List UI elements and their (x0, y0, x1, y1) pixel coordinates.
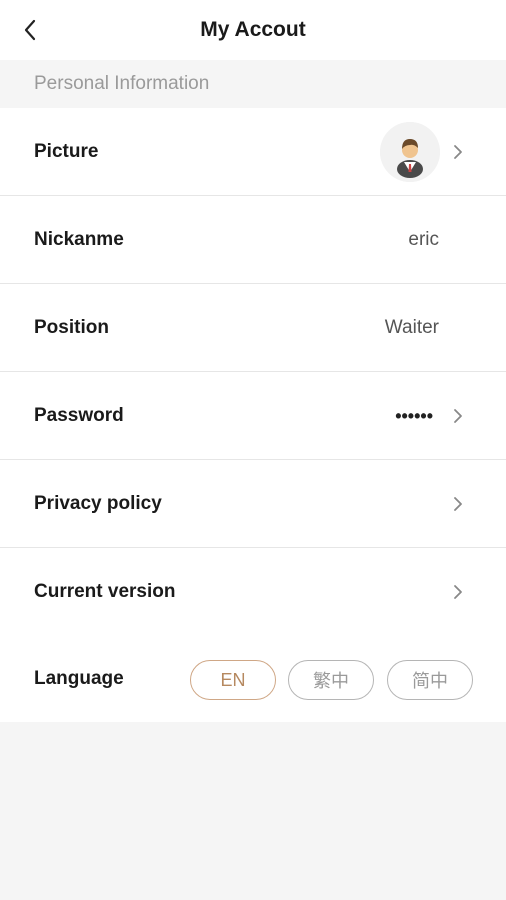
row-current-version[interactable]: Current version (0, 548, 506, 636)
back-button[interactable] (12, 12, 48, 48)
avatar[interactable] (380, 122, 440, 182)
back-arrow-icon (24, 19, 36, 41)
chevron-right-icon (448, 582, 468, 602)
row-nickname[interactable]: Nickanme eric (0, 196, 506, 284)
language-option-traditional-chinese[interactable]: 繁中 (288, 660, 374, 700)
nickname-label: Nickanme (34, 228, 124, 250)
row-position[interactable]: Position Waiter (0, 284, 506, 372)
language-label: Language (34, 668, 124, 689)
position-value: Waiter (384, 317, 439, 338)
row-password[interactable]: Password •••••• (0, 372, 506, 460)
picture-label: Picture (34, 140, 99, 162)
password-label: Password (34, 404, 124, 426)
language-option-simplified-chinese[interactable]: 简中 (387, 660, 473, 700)
chevron-right-icon (448, 142, 468, 162)
account-screen: My Accout Personal Information Picture N (0, 0, 506, 900)
row-privacy-policy[interactable]: Privacy policy (0, 460, 506, 548)
row-language: Language EN 繁中 简中 (0, 636, 506, 722)
nickname-value: eric (408, 229, 439, 250)
user-avatar-icon (380, 122, 440, 182)
language-option-en[interactable]: EN (190, 660, 276, 700)
privacy-policy-label: Privacy policy (34, 492, 162, 514)
header-bar: My Accout (0, 0, 506, 60)
chevron-right-icon (448, 494, 468, 514)
chevron-right-icon (448, 406, 468, 426)
row-picture[interactable]: Picture (0, 108, 506, 196)
password-value: •••••• (395, 406, 433, 426)
section-label-personal-info: Personal Information (0, 60, 506, 108)
settings-list: Picture Nickanme eric Position Waiter Pa… (0, 108, 506, 722)
position-label: Position (34, 316, 109, 338)
current-version-label: Current version (34, 581, 176, 602)
page-title: My Accout (200, 18, 306, 41)
